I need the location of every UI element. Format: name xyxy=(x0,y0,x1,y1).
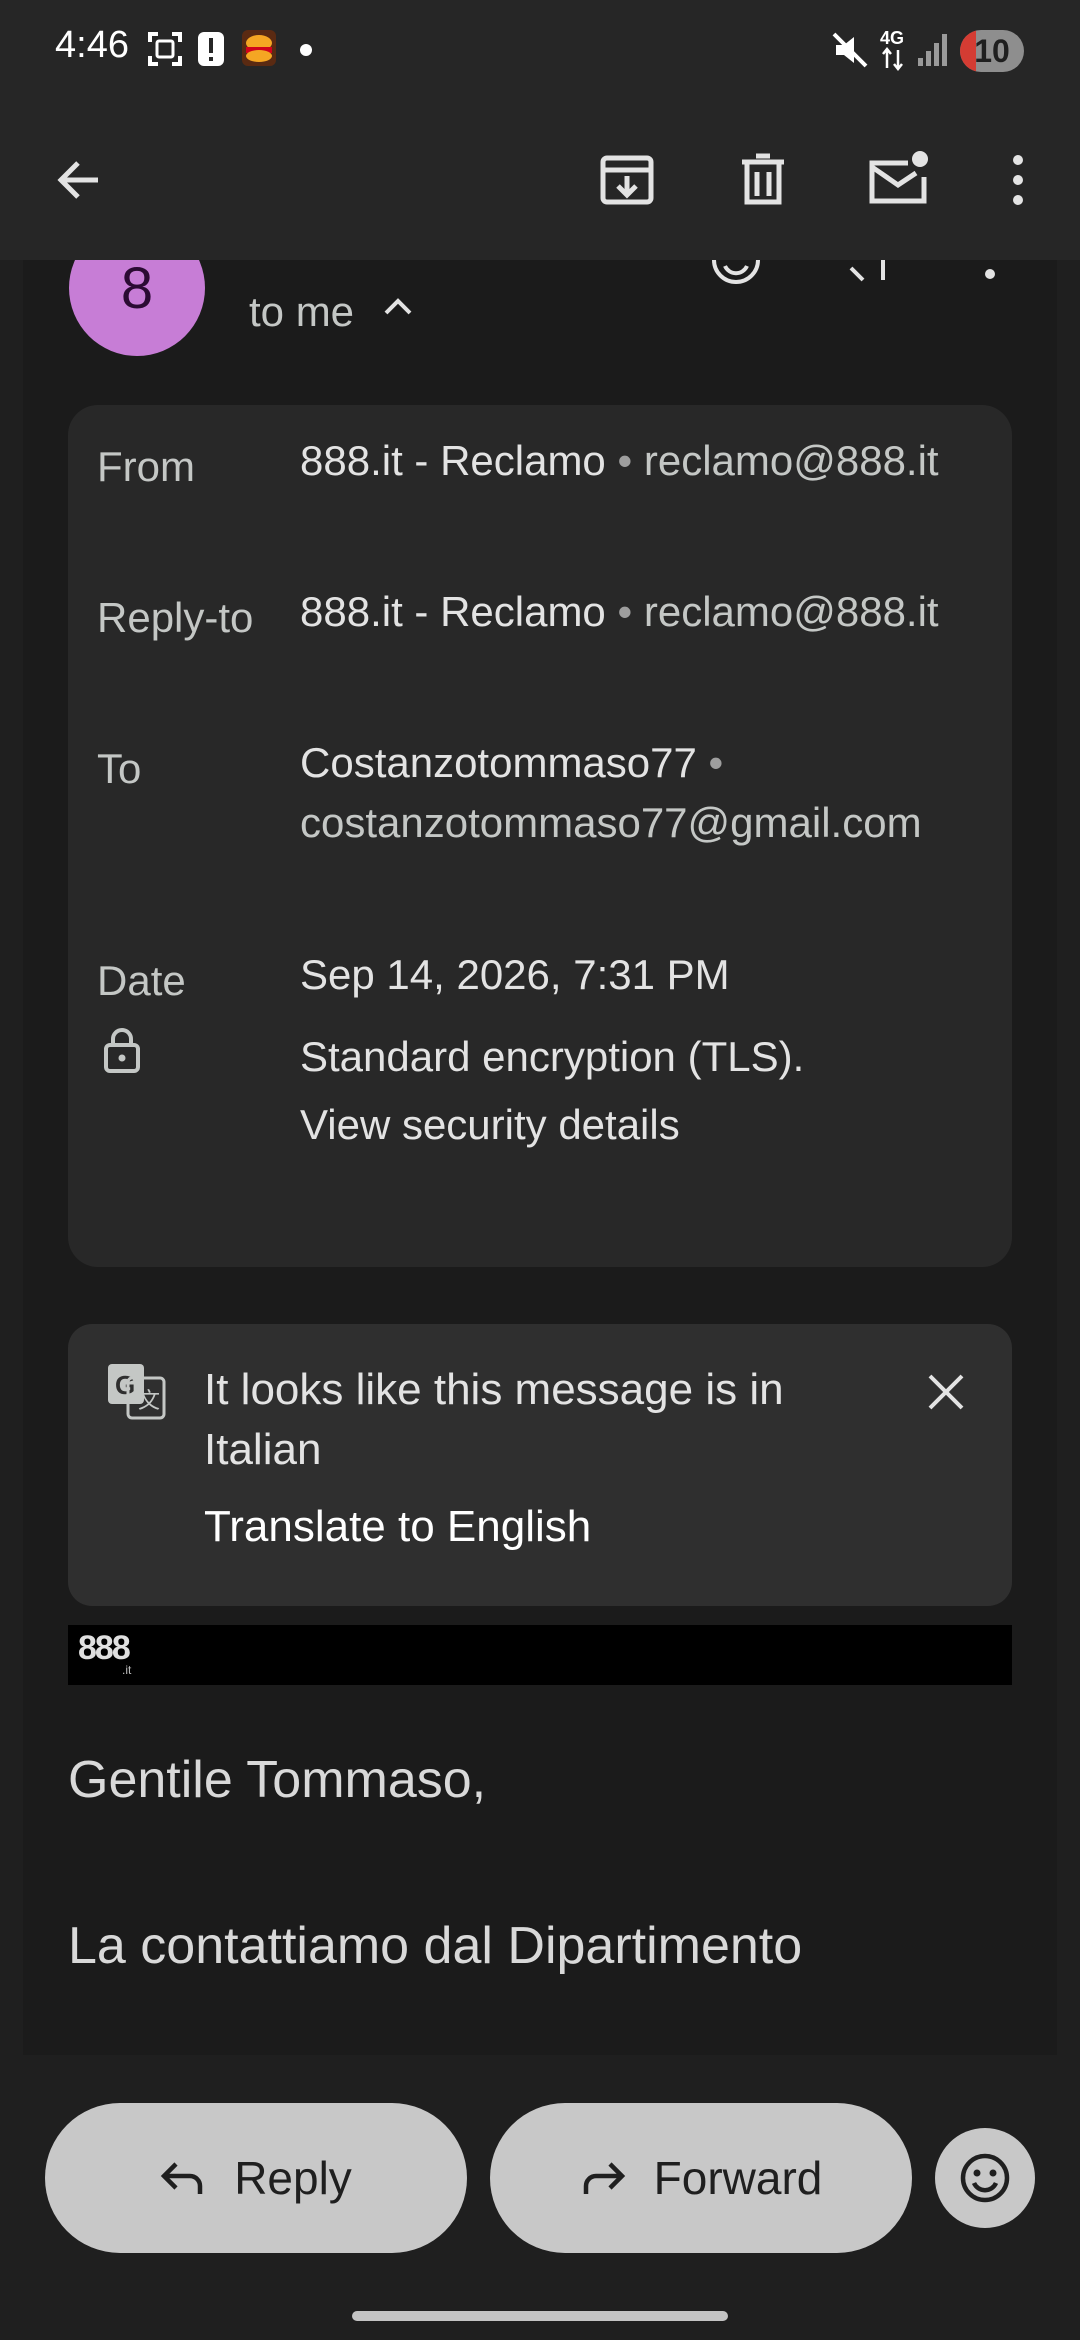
reply-to-value: 888.it - Reclamo • reclamo@888.it xyxy=(300,588,939,635)
back-button[interactable] xyxy=(38,140,118,220)
to-name: Costanzotommaso77 xyxy=(300,739,697,786)
from-value: 888.it - Reclamo • reclamo@888.it xyxy=(300,437,939,484)
reply-icon[interactable] xyxy=(849,260,899,284)
from-name: 888.it - Reclamo xyxy=(300,437,606,484)
reply-to-label: Reply-to xyxy=(97,594,254,641)
reply-to-name: 888.it - Reclamo xyxy=(300,588,606,635)
forward-label: Forward xyxy=(653,2152,823,2204)
reply-arrow-icon xyxy=(161,2162,203,2194)
to-email[interactable]: costanzotommaso77@gmail.com xyxy=(300,799,922,846)
svg-text:G: G xyxy=(115,1370,135,1400)
mute-icon xyxy=(832,32,868,68)
notification-dot-icon xyxy=(300,44,312,56)
to-label: To xyxy=(97,745,142,792)
reply-button[interactable]: Reply xyxy=(45,2103,467,2253)
mark-unread-icon xyxy=(869,151,928,204)
email-greeting: Gentile Tommaso, xyxy=(68,1751,487,1809)
status-time: 4:46 xyxy=(55,24,129,66)
delete-button[interactable] xyxy=(723,140,803,220)
close-icon[interactable] xyxy=(926,1372,966,1412)
security-text: Standard encryption (TLS). xyxy=(300,1033,805,1080)
to-value: Costanzotommaso77 • costanzotommaso77@gm… xyxy=(300,739,922,846)
translate-to-english-button[interactable]: Translate to English xyxy=(204,1502,591,1552)
forward-arrow-icon xyxy=(583,2162,625,2194)
emoji-reaction-button[interactable] xyxy=(935,2128,1035,2228)
battery-level: 10 xyxy=(974,32,1010,69)
svg-text:4G: 4G xyxy=(880,28,904,48)
from-label: From xyxy=(97,443,195,490)
more-vert-icon[interactable] xyxy=(983,260,997,282)
chevron-up-icon[interactable] xyxy=(383,296,413,316)
trash-icon xyxy=(742,153,784,205)
battery-badge: 10 xyxy=(960,30,1024,72)
message-card: 8 to me From 888.it - Reclamo • reclamo@… xyxy=(23,260,1057,2055)
translate-message: It looks like this message is in Italian xyxy=(204,1365,784,1474)
reply-to-email[interactable]: reclamo@888.it xyxy=(644,588,939,635)
status-bar: 4:46 4G 10 xyxy=(0,0,1080,100)
date-label: Date xyxy=(97,957,186,1004)
from-email[interactable]: reclamo@888.it xyxy=(644,437,939,484)
message-details-panel: From 888.it - Reclamo • reclamo@888.it R… xyxy=(68,405,1012,1267)
network-4g-icon: 4G xyxy=(880,28,904,72)
archive-button[interactable] xyxy=(587,140,667,220)
emoji-react-icon[interactable] xyxy=(711,260,761,290)
bottom-action-bar: Reply Forward xyxy=(0,2055,1080,2340)
more-options-button[interactable] xyxy=(978,140,1058,220)
screenshot-icon xyxy=(148,32,182,66)
top-app-bar xyxy=(0,100,1080,260)
signal-icon xyxy=(918,34,947,66)
archive-icon xyxy=(600,155,654,205)
google-translate-icon: G 文 xyxy=(108,1364,166,1420)
view-security-details-link[interactable]: View security details xyxy=(300,1095,990,1155)
brand-logo-banner: 888 .it xyxy=(68,1625,1012,1685)
translate-banner: G 文 It looks like this message is in Ita… xyxy=(68,1324,1012,1606)
arrow-back-icon xyxy=(57,161,98,199)
smiley-icon xyxy=(960,2153,1010,2203)
email-body-text: La contattiamo dal Dipartimento xyxy=(68,1917,803,1975)
sender-avatar[interactable]: 8 xyxy=(69,260,205,356)
recipient-summary[interactable]: to me xyxy=(249,288,354,336)
svg-text:文: 文 xyxy=(138,1388,160,1413)
burger-app-icon xyxy=(242,30,276,66)
date-value: Sep 14, 2026, 7:31 PM xyxy=(300,951,730,998)
brand-logo-suffix: .it xyxy=(122,1663,132,1677)
more-vert-icon xyxy=(1013,155,1023,205)
lock-icon xyxy=(104,1028,140,1073)
home-indicator[interactable] xyxy=(352,2311,728,2321)
alert-icon xyxy=(198,32,224,66)
forward-button[interactable]: Forward xyxy=(490,2103,912,2253)
mark-unread-button[interactable] xyxy=(858,140,938,220)
reply-label: Reply xyxy=(234,2152,352,2204)
